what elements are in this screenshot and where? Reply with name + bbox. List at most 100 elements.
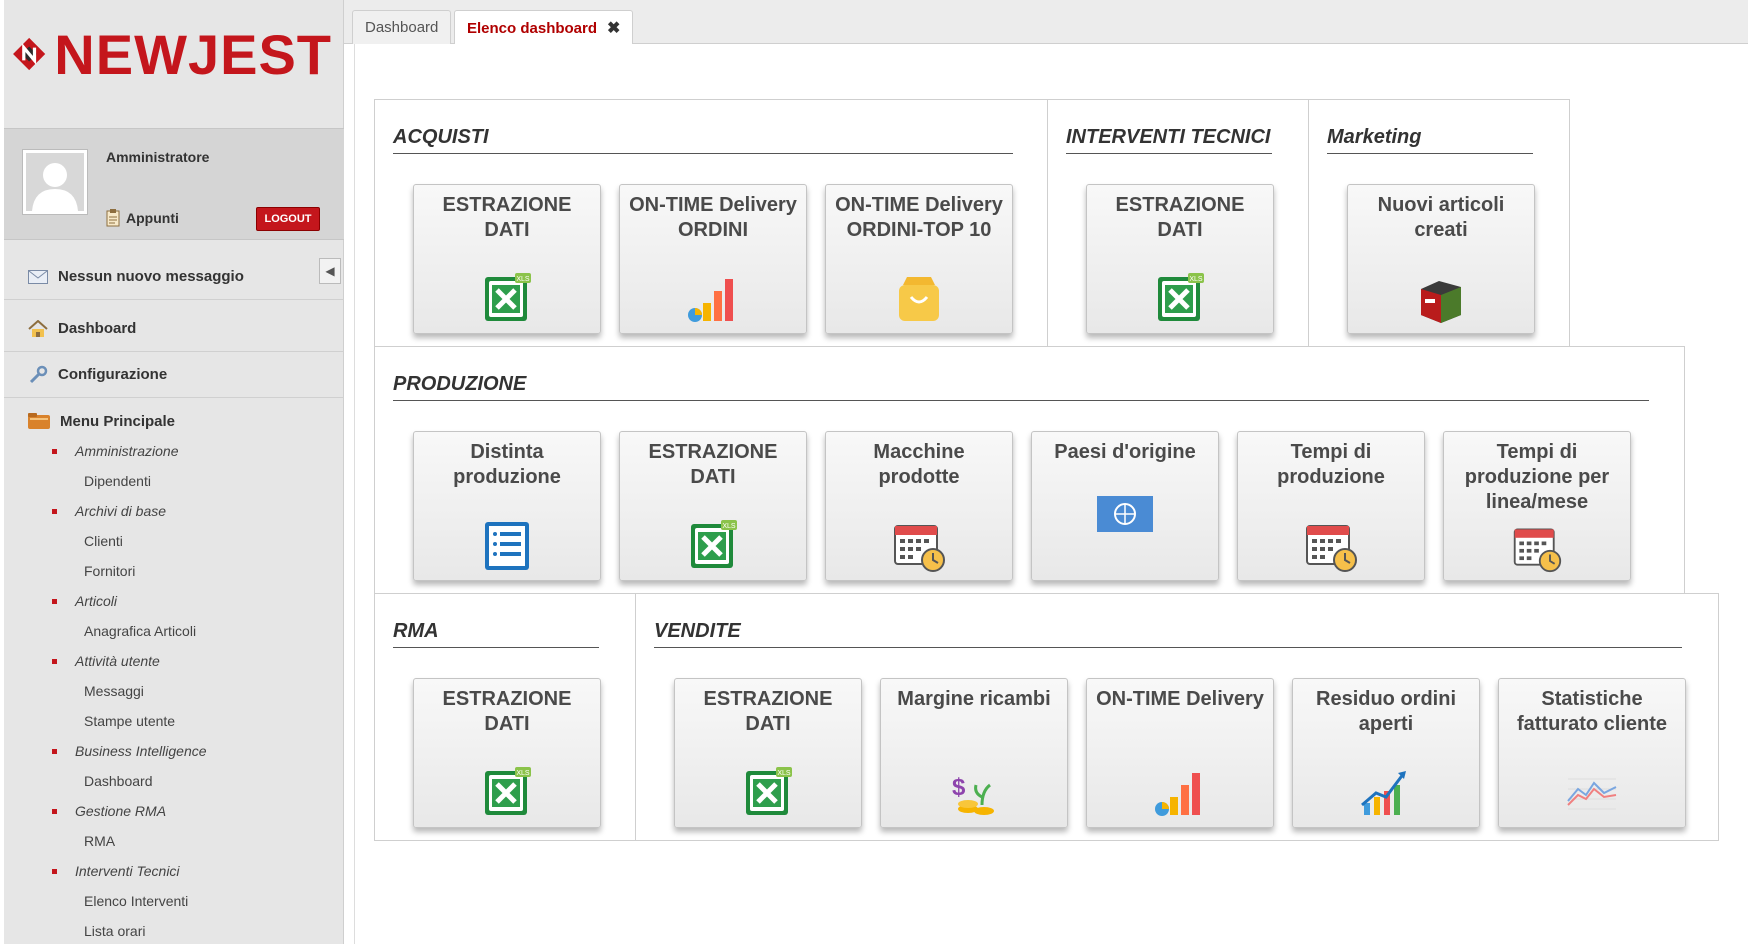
excel-icon xyxy=(740,765,796,821)
tile-label: ON-TIME Delivery ORDINI-TOP 10 xyxy=(835,194,1003,241)
menu-item[interactable]: Dashboard xyxy=(4,766,344,796)
close-icon[interactable]: ✖ xyxy=(607,18,620,38)
excel-icon xyxy=(479,765,535,821)
section-produzione: PRODUZIONE Distinta produzione ESTRAZION… xyxy=(374,346,1685,594)
section-title: RMA xyxy=(393,620,599,648)
tile-label: ESTRAZIONE DATI xyxy=(703,688,833,735)
tile-on-time-delivery-top10[interactable]: ON-TIME Delivery ORDINI-TOP 10 xyxy=(825,184,1013,334)
tile-label: Residuo ordini aperti xyxy=(1316,688,1456,735)
menu-item[interactable]: Anagrafica Articoli xyxy=(4,616,344,646)
home-icon xyxy=(28,319,48,337)
menu-item[interactable]: Dipendenti xyxy=(4,466,344,496)
sidebar-item-dashboard[interactable]: Dashboard xyxy=(4,306,344,352)
section-vendite: VENDITE ESTRAZIONE DATI Margine ricambi … xyxy=(635,593,1719,841)
bar-chart-icon xyxy=(685,271,741,327)
menu-category[interactable]: Amministrazione xyxy=(4,436,344,466)
section-title: ACQUISTI xyxy=(393,126,1013,154)
logo-text: NEWJEST xyxy=(54,22,332,86)
calendar-clock-icon xyxy=(891,518,947,574)
tab-label: Dashboard xyxy=(365,19,439,36)
sidebar: NEWJEST Amministratore Appunti LOGOUT Ne… xyxy=(0,0,344,944)
tile-on-time-delivery[interactable]: ON-TIME Delivery xyxy=(1086,678,1274,828)
user-panel: Amministratore Appunti LOGOUT xyxy=(4,128,344,240)
appunti-link[interactable]: Appunti xyxy=(106,209,179,227)
calendar-clock-icon xyxy=(1511,522,1563,574)
tab-label: Elenco dashboard xyxy=(467,19,598,37)
tile-estrazione-dati[interactable]: ESTRAZIONE DATI xyxy=(674,678,862,828)
menu-item[interactable]: Lista orari xyxy=(4,916,344,944)
list-icon xyxy=(479,518,535,574)
shopping-bag-icon xyxy=(891,271,947,327)
tile-estrazione-dati[interactable]: ESTRAZIONE DATI xyxy=(619,431,807,581)
tab-dashboard[interactable]: Dashboard xyxy=(352,10,452,44)
tile-tempi-produzione-linea-mese[interactable]: Tempi di produzione per linea/mese xyxy=(1443,431,1631,581)
folder-icon xyxy=(28,413,50,429)
tile-tempi-produzione[interactable]: Tempi di produzione xyxy=(1237,431,1425,581)
bar-chart-icon xyxy=(1152,765,1208,821)
menu-item[interactable]: Messaggi xyxy=(4,676,344,706)
sidebar-item-label: Menu Principale xyxy=(60,412,176,430)
tile-label: Nuovi articoli creati xyxy=(1377,194,1505,241)
excel-icon xyxy=(685,518,741,574)
tab-bar: Dashboard Elenco dashboard ✖ xyxy=(344,0,1748,45)
menu-category[interactable]: Interventi Tecnici xyxy=(4,856,344,886)
tile-label: Distinta produzione xyxy=(453,441,561,488)
main-content: ACQUISTI ESTRAZIONE DATI ON-TIME Deliver… xyxy=(354,44,1748,944)
section-rma: RMA ESTRAZIONE DATI xyxy=(374,593,636,841)
tile-distinta-produzione[interactable]: Distinta produzione xyxy=(413,431,601,581)
messages-item[interactable]: Nessun nuovo messaggio xyxy=(4,254,344,300)
box-icon xyxy=(1413,271,1469,327)
tile-nuovi-articoli[interactable]: Nuovi articoli creati xyxy=(1347,184,1535,334)
clipboard-icon xyxy=(106,209,120,227)
excel-icon xyxy=(1152,271,1208,327)
tile-label: Paesi d'origine xyxy=(1054,441,1196,463)
tile-label: Tempi di produzione per linea/mese xyxy=(1464,441,1610,513)
logo-icon xyxy=(13,37,46,71)
tile-macchine-prodotte[interactable]: Macchine prodotte xyxy=(825,431,1013,581)
sidebar-item-configurazione[interactable]: Configurazione xyxy=(4,352,344,398)
collapse-sidebar-button[interactable]: ◀ xyxy=(319,258,341,284)
tile-label: ESTRAZIONE DATI xyxy=(442,688,572,735)
tile-on-time-delivery-ordini[interactable]: ON-TIME Delivery ORDINI xyxy=(619,184,807,334)
coins-icon xyxy=(946,765,1002,821)
section-title: VENDITE xyxy=(654,620,1682,648)
main-menu-list: Amministrazione Dipendenti Archivi di ba… xyxy=(4,436,344,944)
un-flag-icon xyxy=(1097,486,1153,542)
tile-label: ESTRAZIONE DATI xyxy=(648,441,778,488)
line-chart-icon xyxy=(1564,765,1620,821)
section-title: Marketing xyxy=(1327,126,1533,154)
section-acquisti: ACQUISTI ESTRAZIONE DATI ON-TIME Deliver… xyxy=(374,99,1048,347)
tile-label: ON-TIME Delivery xyxy=(1096,688,1264,710)
menu-item[interactable]: Fornitori xyxy=(4,556,344,586)
wrench-icon xyxy=(29,365,48,383)
calendar-clock-icon xyxy=(1303,518,1359,574)
menu-category[interactable]: Articoli xyxy=(4,586,344,616)
menu-category[interactable]: Gestione RMA xyxy=(4,796,344,826)
tab-elenco-dashboard[interactable]: Elenco dashboard ✖ xyxy=(454,10,634,45)
menu-item[interactable]: RMA xyxy=(4,826,344,856)
menu-item[interactable]: Clienti xyxy=(4,526,344,556)
logout-button[interactable]: LOGOUT xyxy=(256,207,320,231)
sidebar-item-label: Dashboard xyxy=(58,320,137,337)
menu-category[interactable]: Archivi di base xyxy=(4,496,344,526)
menu-item[interactable]: Elenco Interventi xyxy=(4,886,344,916)
tile-estrazione-dati[interactable]: ESTRAZIONE DATI xyxy=(413,184,601,334)
chevron-left-icon: ◀ xyxy=(325,264,335,278)
menu-category[interactable]: Attività utente xyxy=(4,646,344,676)
tile-estrazione-dati[interactable]: ESTRAZIONE DATI xyxy=(1086,184,1274,334)
user-icon xyxy=(32,163,78,211)
menu-item[interactable]: Stampe utente xyxy=(4,706,344,736)
messages-label: Nessun nuovo messaggio xyxy=(58,268,244,285)
menu-category[interactable]: Business Intelligence xyxy=(4,736,344,766)
tile-label: Tempi di produzione xyxy=(1277,441,1385,488)
tile-statistiche-fatturato[interactable]: Statistiche fatturato cliente xyxy=(1498,678,1686,828)
section-title: INTERVENTI TECNICI xyxy=(1066,126,1272,154)
sidebar-item-label: Configurazione xyxy=(58,366,168,383)
tile-label: Statistiche fatturato cliente xyxy=(1516,688,1668,735)
tile-estrazione-dati[interactable]: ESTRAZIONE DATI xyxy=(413,678,601,828)
tile-paesi-origine[interactable]: Paesi d'origine xyxy=(1031,431,1219,581)
excel-icon xyxy=(479,271,535,327)
section-interventi-tecnici: INTERVENTI TECNICI ESTRAZIONE DATI xyxy=(1047,99,1309,347)
tile-margine-ricambi[interactable]: Margine ricambi xyxy=(880,678,1068,828)
tile-residuo-ordini[interactable]: Residuo ordini aperti xyxy=(1292,678,1480,828)
